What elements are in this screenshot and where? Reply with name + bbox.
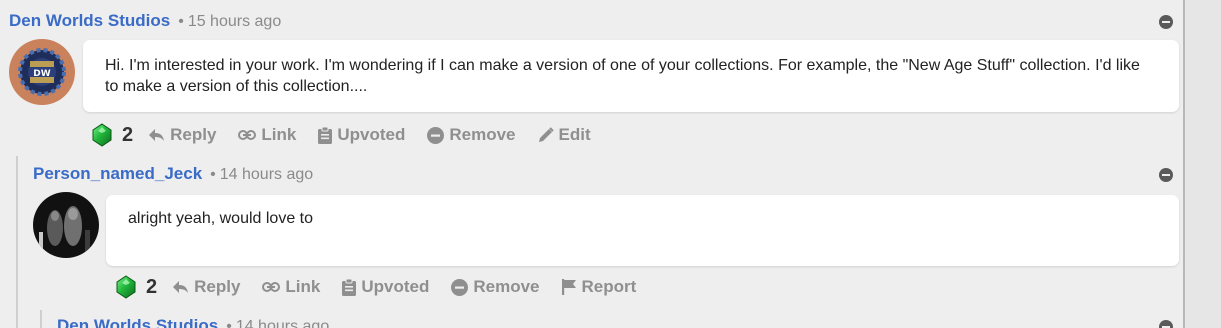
clipboard-icon	[318, 126, 333, 144]
comment-author[interactable]: Den Worlds Studios	[9, 11, 170, 31]
reply-icon	[149, 129, 165, 141]
comment: Den Worlds Studios • 14 hours ago	[0, 310, 1183, 328]
avatar[interactable]	[33, 192, 99, 258]
comment-actions: 2 Reply Link Upvoted Remove Report	[116, 275, 658, 299]
scrollbar[interactable]	[1183, 0, 1221, 328]
score-count: 2	[146, 275, 158, 298]
comment-body: Hi. I'm interested in your work. I'm won…	[83, 40, 1179, 112]
link-button[interactable]: Link	[238, 125, 296, 145]
collapse-icon[interactable]	[1159, 15, 1173, 29]
comment-author[interactable]: Den Worlds Studios	[57, 316, 218, 328]
minus-circle-icon	[451, 278, 469, 296]
report-button[interactable]: Report	[561, 277, 636, 297]
collapse-icon[interactable]	[1159, 168, 1173, 182]
meta-separator: •	[178, 13, 184, 30]
reply-button[interactable]: Reply	[173, 277, 240, 297]
reply-button[interactable]: Reply	[149, 125, 216, 145]
link-icon	[262, 282, 281, 292]
comment-author[interactable]: Person_named_Jeck	[33, 164, 202, 184]
meta-separator: •	[210, 166, 216, 183]
avatar-image	[33, 192, 99, 258]
link-button[interactable]: Link	[262, 277, 320, 297]
link-icon	[238, 130, 257, 140]
comment: Den Worlds Studios • 15 hours ago DW Hi.…	[0, 0, 1183, 160]
comment-body: alright yeah, would love to	[106, 195, 1179, 266]
reply-icon	[173, 281, 189, 293]
comment-timestamp: 14 hours ago	[219, 166, 314, 183]
comment-header: Den Worlds Studios • 14 hours ago	[57, 316, 329, 328]
comment-text: alright yeah, would love to	[128, 210, 313, 227]
avatar[interactable]: DW	[9, 39, 75, 105]
meta-separator: •	[226, 318, 232, 328]
comment-text: Hi. I'm interested in your work. I'm won…	[105, 57, 1140, 95]
remove-button[interactable]: Remove	[451, 277, 540, 297]
edit-button[interactable]: Edit	[538, 125, 591, 145]
comment: Person_named_Jeck • 14 hours ago alright…	[0, 160, 1183, 310]
avatar-image: DW	[9, 39, 75, 105]
comment-timestamp: 15 hours ago	[187, 13, 282, 30]
comment-header: Person_named_Jeck • 14 hours ago	[33, 164, 313, 186]
gem-icon[interactable]	[92, 123, 112, 147]
comment-timestamp: 14 hours ago	[235, 318, 330, 328]
comment-header: Den Worlds Studios • 15 hours ago	[9, 11, 281, 33]
collapse-icon[interactable]	[1159, 320, 1173, 328]
remove-button[interactable]: Remove	[427, 125, 516, 145]
comment-actions: 2 Reply Link Upvoted Remove Edit	[92, 123, 613, 147]
clipboard-icon	[342, 278, 357, 296]
upvoted-button[interactable]: Upvoted	[342, 277, 429, 297]
score-count: 2	[122, 123, 134, 146]
minus-circle-icon	[427, 126, 445, 144]
upvoted-button[interactable]: Upvoted	[318, 125, 405, 145]
flag-icon	[561, 279, 576, 295]
gem-icon[interactable]	[116, 275, 136, 299]
avatar-text: DW	[33, 69, 50, 79]
pencil-icon	[538, 127, 554, 142]
